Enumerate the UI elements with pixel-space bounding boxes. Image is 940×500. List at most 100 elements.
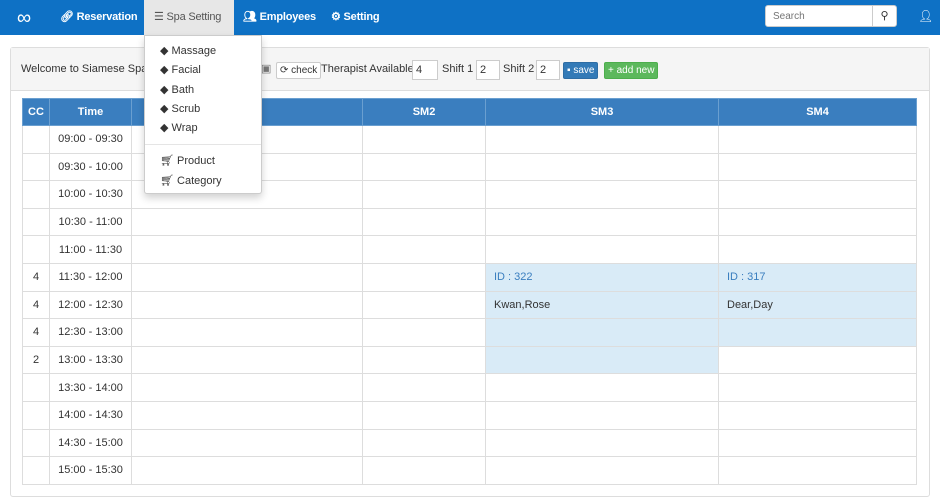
nav-employees[interactable]: 👥︎ Employees [243,0,316,35]
time-cell[interactable]: 10:30 - 11:00 [49,207,132,237]
table-row: 4 12:30 - 13:00 [22,318,917,347]
logo[interactable]: ∞ [8,5,40,31]
sm1-cell[interactable] [131,400,363,430]
sm1-cell[interactable] [131,207,363,237]
calendar-icon[interactable]: ▣ [261,62,271,75]
dropdown-item[interactable]: 🛒︎ Product [160,154,215,167]
sm3-cell[interactable] [485,345,719,375]
sm2-cell[interactable] [362,180,486,209]
sm4-cell[interactable]: ID : 317 [718,262,917,292]
dropdown-item[interactable]: 🛒︎ Category [160,174,222,187]
time-cell[interactable]: 11:30 - 12:00 [49,262,132,292]
sm2-cell[interactable] [362,235,486,264]
sm1-cell[interactable] [131,345,363,375]
time-cell[interactable]: 14:30 - 15:00 [49,428,132,458]
sm2-cell[interactable] [362,290,486,320]
dropdown-item[interactable]: ◆ Bath [160,83,194,96]
time-cell[interactable]: 09:00 - 09:30 [49,125,132,154]
cc-cell[interactable] [22,152,50,182]
sm2-cell[interactable] [362,345,486,375]
cc-cell[interactable]: 4 [22,262,50,292]
sm3-cell[interactable] [485,125,719,154]
time-cell[interactable]: 11:00 - 11:30 [49,235,132,264]
sm3-cell[interactable] [485,235,719,264]
shift1-input[interactable]: 2 [476,60,500,80]
search-button[interactable]: ⚲ [872,6,896,26]
sm4-cell[interactable] [718,456,917,485]
sm1-cell[interactable] [131,235,363,264]
time-cell[interactable]: 10:00 - 10:30 [49,180,132,209]
sm4-cell[interactable] [718,207,917,237]
sm2-cell[interactable] [362,262,486,292]
sm4-cell[interactable] [718,180,917,209]
time-cell[interactable]: 13:00 - 13:30 [49,345,132,375]
sm4-cell[interactable] [718,152,917,182]
time-cell[interactable]: 15:00 - 15:30 [49,456,132,485]
sm3-cell[interactable] [485,456,719,485]
cc-cell[interactable] [22,373,50,402]
sm4-cell[interactable]: Dear,Day [718,290,917,320]
sm3-cell[interactable] [485,428,719,458]
sm1-cell[interactable] [131,373,363,402]
dropdown-item[interactable]: ◆ Facial [160,63,201,76]
cc-cell[interactable] [22,207,50,237]
time-cell[interactable]: 13:30 - 14:00 [49,373,132,402]
sm1-cell[interactable] [131,318,363,347]
nav-reservation[interactable]: 🔗︎ Reservation [60,0,138,35]
sm2-cell[interactable] [362,152,486,182]
sm1-cell[interactable] [131,456,363,485]
time-cell[interactable]: 14:00 - 14:30 [49,400,132,430]
sm2-cell[interactable] [362,318,486,347]
sm2-cell[interactable] [362,125,486,154]
sm3-cell[interactable] [485,373,719,402]
sm4-cell[interactable] [718,318,917,347]
cc-cell[interactable] [22,400,50,430]
sm4-cell[interactable] [718,235,917,264]
cc-cell[interactable] [22,180,50,209]
sm1-cell[interactable] [131,290,363,320]
cc-cell[interactable] [22,428,50,458]
dropdown-item[interactable]: ◆ Massage [160,44,216,57]
search-input[interactable] [766,6,872,26]
item-label: Scrub [171,102,201,115]
sm2-cell[interactable] [362,428,486,458]
check-button[interactable]: ⟳ check [276,62,322,79]
dropdown-item[interactable]: ◆ Wrap [160,121,198,134]
sm1-cell[interactable] [131,262,363,292]
user-icon[interactable]: 👤︎ [918,9,933,23]
therapist-input[interactable]: 4 [412,60,438,80]
save-button[interactable]: ▪ save [563,62,599,79]
nav-setting[interactable]: ⚙ Setting [331,0,380,35]
add-new-button[interactable]: + add new [604,62,659,79]
time-cell[interactable]: 12:00 - 12:30 [49,290,132,320]
sm3-cell[interactable] [485,400,719,430]
cc-cell[interactable] [22,235,50,264]
sm1-cell[interactable] [131,428,363,458]
sm3-cell[interactable]: Kwan,Rose [485,290,719,320]
cc-cell[interactable]: 4 [22,318,50,347]
cc-cell[interactable] [22,456,50,485]
cc-cell[interactable] [22,125,50,154]
sm4-cell[interactable] [718,400,917,430]
dropdown-item[interactable]: ◆ Scrub [160,102,200,115]
sm3-cell[interactable] [485,207,719,237]
sm3-cell[interactable] [485,152,719,182]
sm2-cell[interactable] [362,400,486,430]
sm4-cell[interactable] [718,373,917,402]
column-header: CC [22,98,50,126]
nav-spa-setting[interactable]: ☰ Spa Setting [144,0,234,35]
cc-cell[interactable]: 2 [22,345,50,375]
time-cell[interactable]: 09:30 - 10:00 [49,152,132,182]
time-cell[interactable]: 12:30 - 13:00 [49,318,132,347]
sm3-cell[interactable] [485,318,719,347]
sm4-cell[interactable] [718,345,917,375]
sm2-cell[interactable] [362,207,486,237]
sm3-cell[interactable]: ID : 322 [485,262,719,292]
sm4-cell[interactable] [718,428,917,458]
sm2-cell[interactable] [362,373,486,402]
sm2-cell[interactable] [362,456,486,485]
shift2-input[interactable]: 2 [536,60,560,80]
cc-cell[interactable]: 4 [22,290,50,320]
sm4-cell[interactable] [718,125,917,154]
sm3-cell[interactable] [485,180,719,209]
